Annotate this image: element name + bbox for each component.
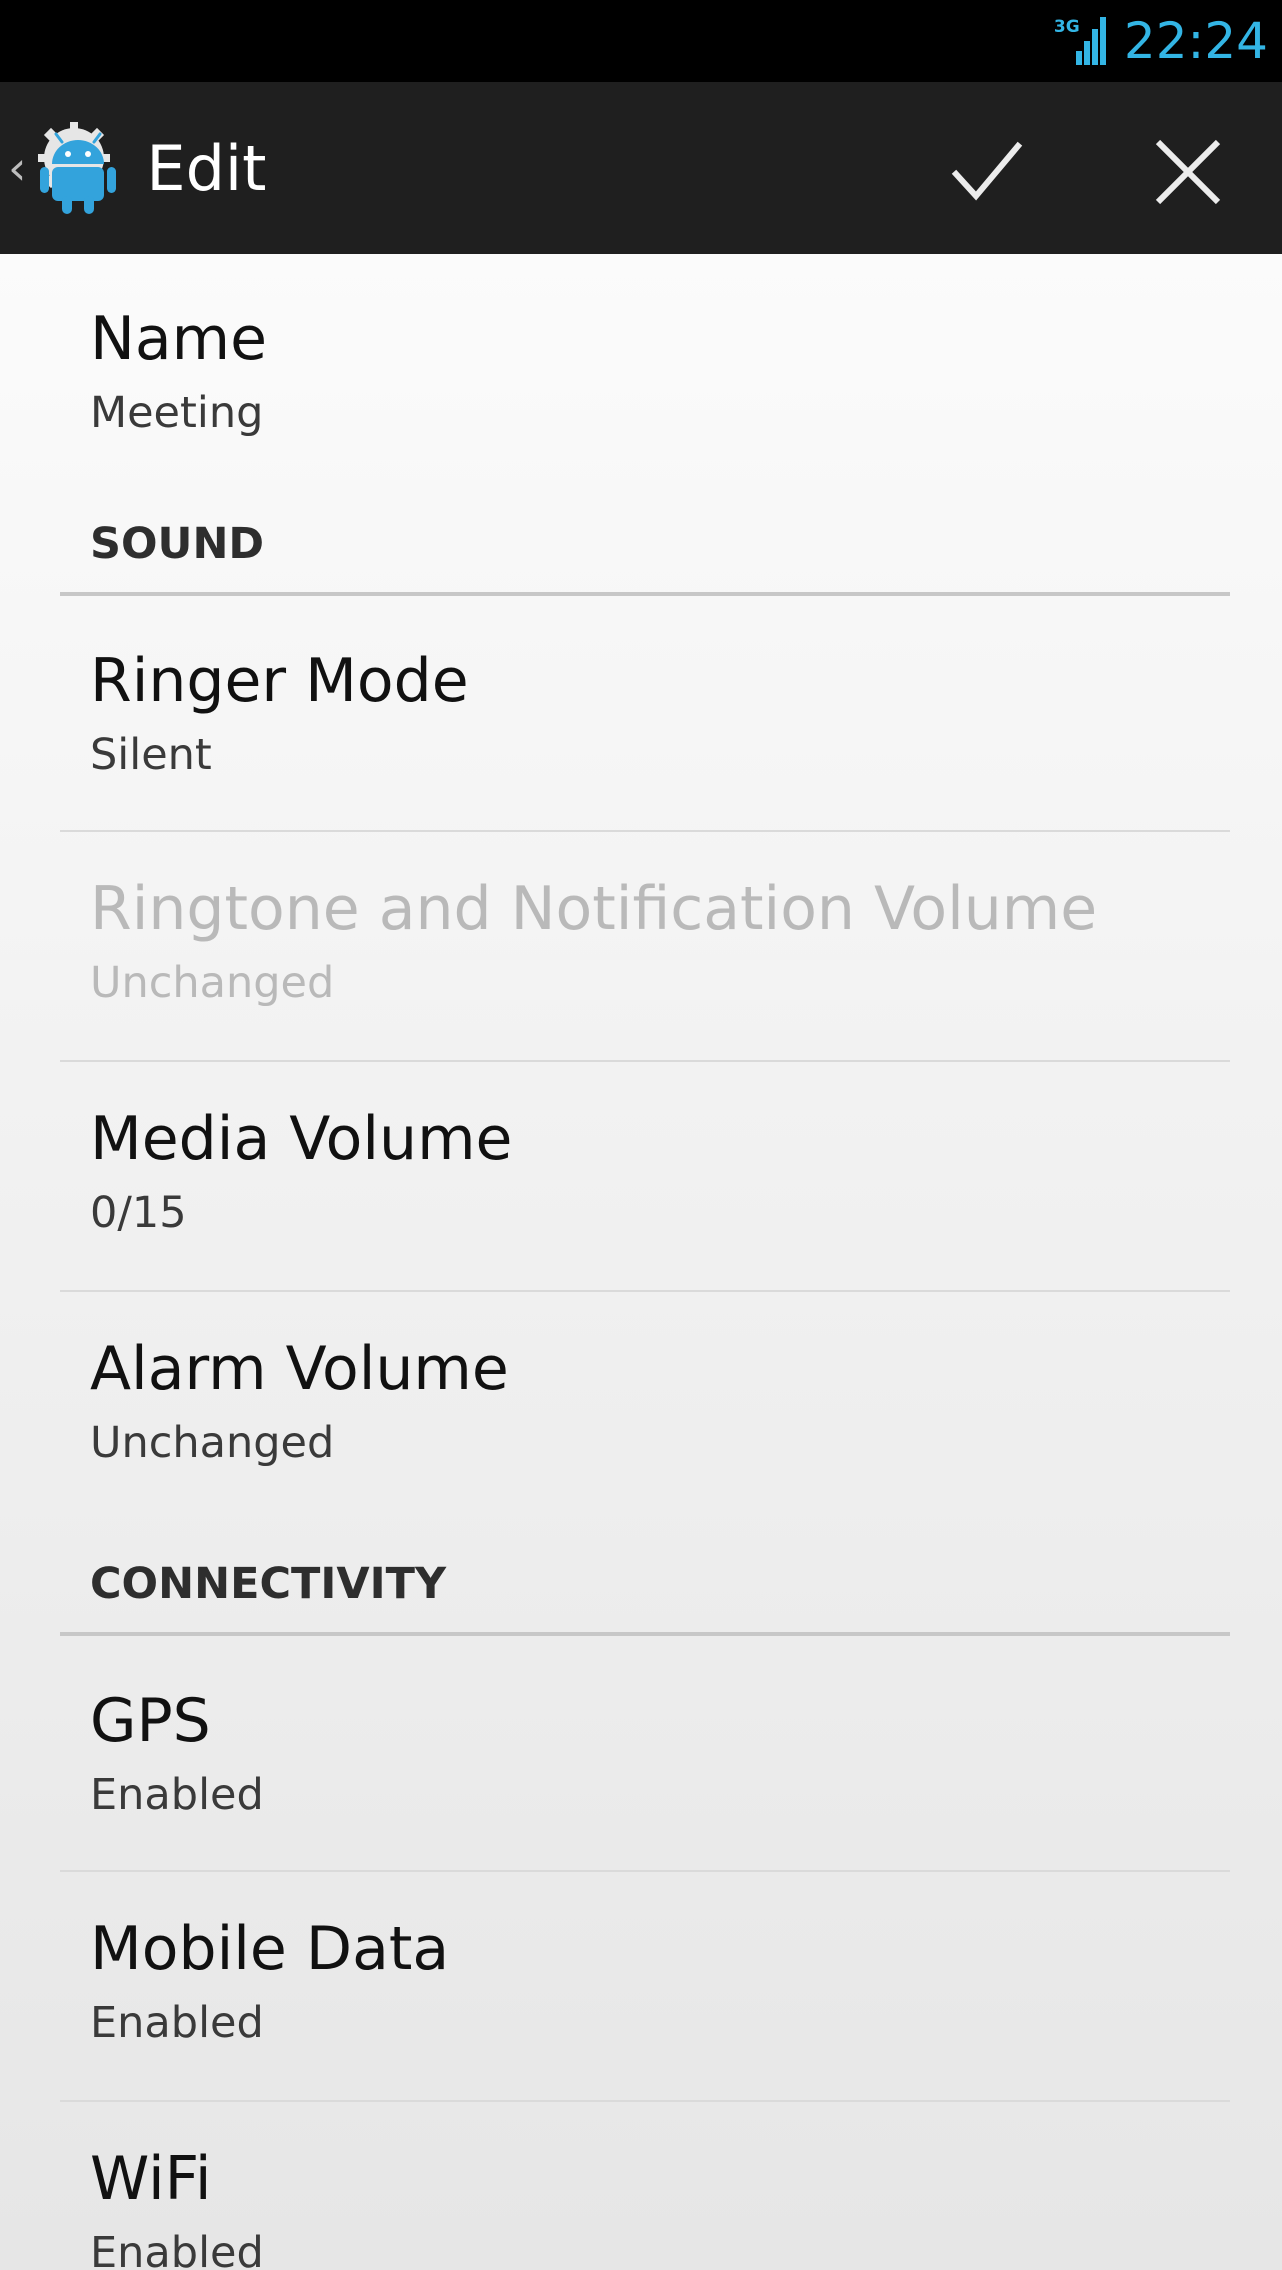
checkmark-icon — [951, 141, 1023, 201]
signal-strength-icon — [1075, 17, 1106, 65]
status-icons: 3G 22:24 — [1054, 6, 1268, 76]
status-clock: 22:24 — [1123, 12, 1268, 70]
category-header-connectivity: CONNECTIVITY — [90, 1559, 447, 1609]
pref-title: Media Volume — [90, 1104, 513, 1174]
pref-summary: Unchanged — [90, 1418, 335, 1468]
pref-title: Ringtone and Notification Volume — [90, 874, 1098, 944]
pref-summary: Enabled — [90, 1998, 264, 2048]
pref-summary: Unchanged — [90, 958, 335, 1008]
cancel-button[interactable] — [1140, 124, 1236, 220]
pref-gps[interactable]: GPS Enabled — [60, 1636, 1230, 1856]
pref-summary: 0/15 — [90, 1188, 187, 1238]
pref-media-volume[interactable]: Media Volume 0/15 — [60, 1062, 1230, 1282]
pref-alarm-volume[interactable]: Alarm Volume Unchanged — [60, 1292, 1230, 1512]
status-bar: 3G 22:24 — [0, 0, 1282, 82]
pref-summary: Enabled — [90, 1770, 264, 1820]
pref-summary: Meeting — [90, 388, 264, 438]
mobile-signal-indicator: 3G — [1054, 13, 1110, 69]
pref-name[interactable]: Name Meeting — [60, 254, 1230, 474]
action-bar: ‹ Edit — [0, 82, 1282, 254]
pref-title: WiFi — [90, 2144, 212, 2214]
pref-wifi[interactable]: WiFi Enabled — [60, 2102, 1230, 2270]
pref-title: Mobile Data — [90, 1914, 450, 1984]
confirm-button[interactable] — [938, 124, 1034, 220]
pref-summary: Enabled — [90, 2228, 264, 2270]
pref-title: Name — [90, 304, 268, 374]
chevron-left-icon: ‹ — [8, 141, 27, 195]
pref-ringer-mode[interactable]: Ringer Mode Silent — [60, 596, 1230, 816]
page-title: Edit — [146, 131, 267, 205]
pref-title: Ringer Mode — [90, 646, 469, 716]
pref-mobile-data[interactable]: Mobile Data Enabled — [60, 1872, 1230, 2092]
preferences-list: Name Meeting SOUND Ringer Mode Silent Ri… — [0, 254, 1282, 2270]
category-header-sound: SOUND — [90, 519, 265, 569]
up-navigation-button[interactable]: ‹ Edit — [8, 112, 266, 224]
close-icon — [1155, 139, 1221, 205]
pref-title: GPS — [90, 1686, 211, 1756]
pref-ringtone-volume: Ringtone and Notification Volume Unchang… — [60, 832, 1230, 1052]
pref-title: Alarm Volume — [90, 1334, 509, 1404]
pref-summary: Silent — [90, 730, 212, 780]
android-robot-icon — [38, 122, 117, 214]
